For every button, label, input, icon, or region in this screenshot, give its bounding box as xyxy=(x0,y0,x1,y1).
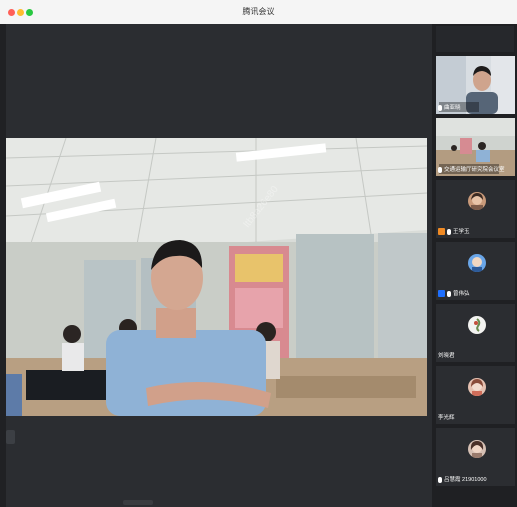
sidebar-header xyxy=(436,26,514,52)
participant-tile[interactable]: 吕慧霞 21901000 xyxy=(436,428,515,486)
title-bar: 腾讯会议 xyxy=(0,0,517,25)
participant-tile[interactable]: 李光辉 xyxy=(436,366,515,424)
stage-indicator xyxy=(123,500,153,505)
participant-name: 吕慧霞 21901000 xyxy=(438,476,487,484)
participant-avatar xyxy=(468,440,486,458)
participant-avatar xyxy=(468,254,486,272)
participant-name: 刘晓君 xyxy=(438,353,455,359)
mic-icon xyxy=(438,166,442,173)
host-badge-icon xyxy=(438,228,445,236)
mic-icon xyxy=(447,228,451,235)
participant-tile[interactable]: 曲亚晓 xyxy=(436,56,515,114)
participant-name: 曾伟弘 xyxy=(438,290,470,298)
mic-icon xyxy=(438,476,442,483)
participant-name: 交通运输厅研究院会议室 xyxy=(438,166,505,174)
stage-collapse-button[interactable] xyxy=(6,430,15,444)
participant-tile[interactable]: 曾伟弘 xyxy=(436,242,515,300)
cohost-badge-icon xyxy=(438,290,445,298)
participant-tile-active[interactable]: 交通运输厅研究院会议室 xyxy=(436,118,515,176)
participant-avatar xyxy=(468,192,486,210)
participant-name: 李光辉 xyxy=(438,415,455,421)
participant-tile[interactable]: 刘晓君 xyxy=(436,304,515,362)
meeting-window: 腾讯会议 ltb8a26e80 曲亚晓 交通运输厅研究院会议室 王学玉 曾伟弘 … xyxy=(0,0,517,507)
main-video-frame: ltb8a26e80 xyxy=(6,138,427,416)
participant-avatar xyxy=(468,316,486,334)
participant-tile[interactable]: 王学玉 xyxy=(436,180,515,238)
participant-name: 王学玉 xyxy=(438,228,470,236)
mic-icon xyxy=(438,104,442,111)
participant-avatar xyxy=(468,378,486,396)
participant-name: 曲亚晓 xyxy=(438,104,461,112)
mic-icon xyxy=(447,290,451,297)
window-title: 腾讯会议 xyxy=(242,7,275,16)
main-video[interactable]: ltb8a26e80 xyxy=(6,138,427,416)
